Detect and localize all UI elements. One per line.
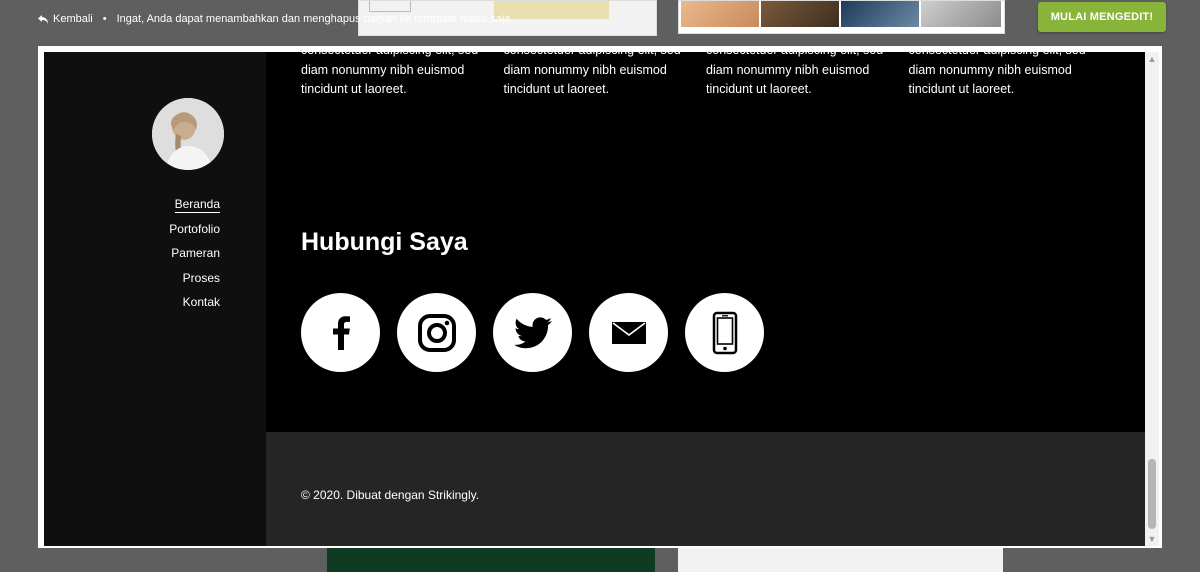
avatar — [152, 98, 224, 170]
template-thumbnail — [678, 547, 1003, 572]
text-column: consectetuer adipiscing elit, sed diam n… — [908, 52, 1086, 96]
separator-bullet: • — [102, 13, 107, 25]
site-nav: Beranda Portofolio Pameran Proses Kontak — [169, 192, 220, 315]
text-column: consectetuer adipiscing elit, sed diam n… — [503, 52, 681, 96]
twitter-button[interactable] — [493, 293, 572, 372]
scroll-down-arrow-icon[interactable]: ▼ — [1145, 532, 1159, 546]
reply-arrow-icon — [38, 14, 48, 24]
back-link[interactable]: Kembali • Ingat, Anda dapat menambahkan … — [37, 13, 514, 25]
facebook-button[interactable] — [301, 293, 380, 372]
scrollbar-thumb[interactable] — [1148, 459, 1156, 529]
scroll-up-arrow-icon[interactable]: ▲ — [1145, 52, 1159, 66]
site-sidebar: Beranda Portofolio Pameran Proses Kontak — [44, 52, 266, 546]
nav-item-kontak[interactable]: Kontak — [169, 290, 220, 315]
editor-hint: Ingat, Anda dapat menambahkan dan mengha… — [116, 13, 514, 25]
instagram-icon — [417, 313, 456, 352]
preview-scrollbar[interactable]: ▲ ▼ — [1145, 52, 1159, 546]
footer-copyright: © 2020. Dibuat dengan Strikingly. — [301, 488, 480, 502]
phone-button[interactable] — [685, 293, 764, 372]
main-content: consectetuer adipiscing elit, sed diam n… — [266, 52, 1151, 432]
site-footer: © 2020. Dibuat dengan Strikingly. — [266, 432, 1151, 546]
nav-item-beranda[interactable]: Beranda — [169, 192, 220, 217]
back-label: Kembali — [53, 13, 93, 25]
text-column: consectetuer adipiscing elit, sed diam n… — [301, 52, 478, 96]
facebook-icon — [332, 315, 350, 350]
phone-icon — [712, 311, 737, 354]
nav-item-pameran[interactable]: Pameran — [169, 241, 220, 266]
nav-item-proses[interactable]: Proses — [169, 266, 220, 291]
text-column: consectetuer adipiscing elit, sed diam n… — [706, 52, 883, 96]
email-button[interactable] — [589, 293, 668, 372]
preview-viewport[interactable]: Beranda Portofolio Pameran Proses Kontak… — [44, 52, 1151, 546]
email-icon — [611, 321, 646, 344]
start-editing-button[interactable]: MULAI MENGEDIT! — [1038, 2, 1166, 32]
template-thumbnail — [327, 547, 655, 572]
template-preview-frame: Beranda Portofolio Pameran Proses Kontak… — [38, 46, 1162, 548]
social-links — [301, 293, 764, 372]
editor-topbar: Kembali • Ingat, Anda dapat menambahkan … — [0, 0, 1200, 46]
nav-item-portofolio[interactable]: Portofolio — [169, 217, 220, 242]
contact-heading: Hubungi Saya — [301, 228, 468, 256]
twitter-icon — [513, 316, 552, 348]
instagram-button[interactable] — [397, 293, 476, 372]
text-columns: consectetuer adipiscing elit, sed diam n… — [301, 52, 1141, 111]
